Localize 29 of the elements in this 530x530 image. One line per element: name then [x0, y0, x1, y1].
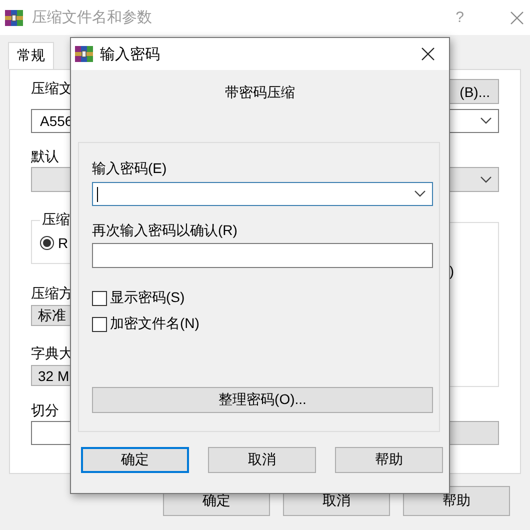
tab[interactable]: 常规 [8, 42, 54, 69]
dialog-button[interactable]: 取消 [208, 447, 316, 473]
checkbox[interactable] [92, 316, 107, 332]
organize-passwords-button[interactable]: 整理密码(O)... [92, 387, 433, 413]
confirm-password-field[interactable] [92, 243, 433, 268]
dialog-button[interactable]: 确定 [81, 447, 189, 473]
field-label: 压缩方 [31, 284, 73, 302]
field-label: 输入密码(E) [92, 159, 168, 177]
chevron-down-icon [480, 117, 492, 125]
close-icon[interactable] [421, 47, 435, 61]
field-label: 再次输入密码以确认(R) [92, 221, 238, 239]
password-field[interactable] [92, 182, 433, 206]
chevron-down-icon [480, 176, 492, 184]
checkbox-label: 显示密码(S) [110, 289, 185, 307]
archive-icon [74, 44, 94, 64]
group-title: 压缩 [40, 211, 72, 229]
archive-icon [4, 8, 24, 28]
option-label: ) [449, 263, 454, 281]
window-title: 压缩文件名和参数 [32, 8, 153, 27]
radio-label: R [58, 235, 68, 251]
checkbox-label: 加密文件名(N) [110, 315, 200, 333]
checkbox[interactable] [92, 290, 107, 306]
field-label: 切分 [31, 401, 59, 419]
radio-button[interactable] [40, 236, 54, 250]
field-label: 默认 [31, 147, 59, 165]
chevron-down-icon [414, 190, 426, 198]
dialog-title: 输入密码 [100, 44, 161, 64]
dialog-heading: 带密码压缩 [224, 84, 296, 102]
dialog-button[interactable]: 帮助 [335, 447, 443, 473]
